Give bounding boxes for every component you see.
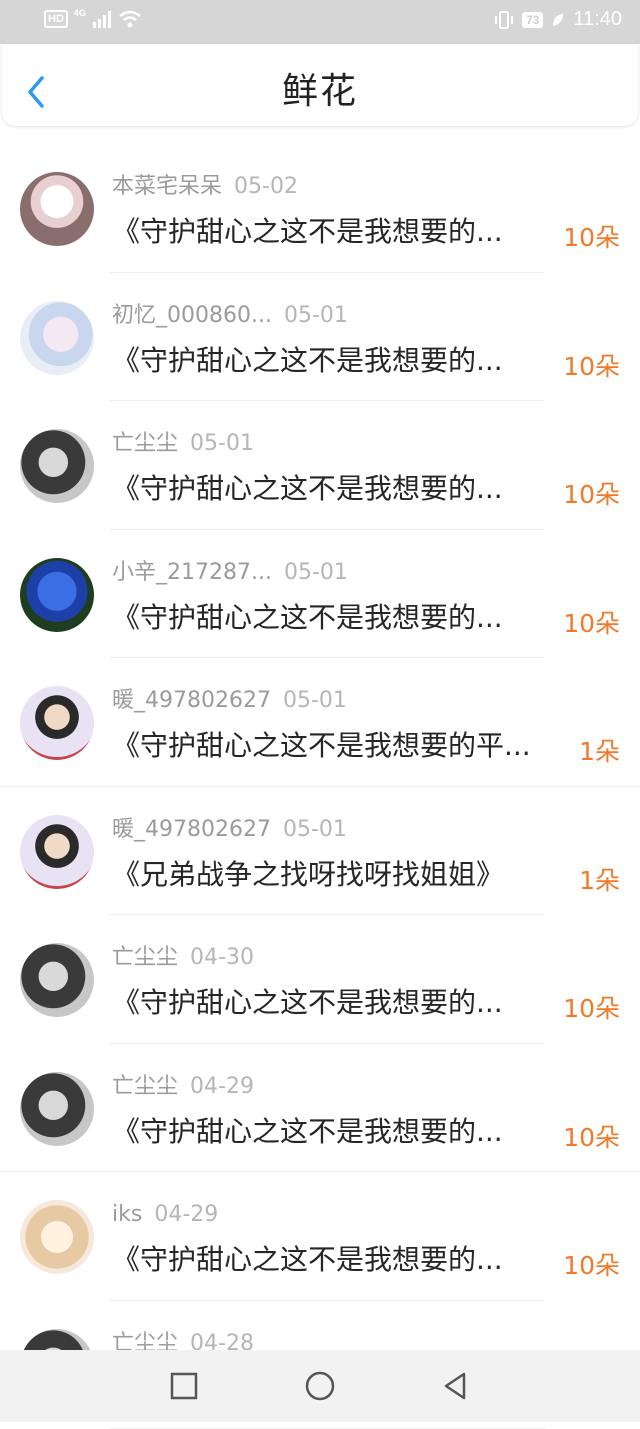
avatar[interactable]: [20, 815, 94, 889]
flower-list: 本菜宅呆呆 05-02 《守护甜心之这不是我想要的... 10朵 初忆_00086…: [0, 144, 640, 1429]
navigation-bar: [0, 1350, 640, 1422]
item-meta: 本菜宅呆呆 05-02: [112, 174, 298, 200]
user-name[interactable]: 本菜宅呆呆: [112, 174, 222, 200]
item-date: 05-01: [284, 303, 348, 328]
list-item[interactable]: 亡尘尘 05-01 《守护甜心之这不是我想要的... 10朵: [0, 401, 640, 530]
flower-count: 10朵: [563, 1246, 620, 1282]
signal-icon: [92, 10, 112, 28]
flower-count: 10朵: [563, 347, 620, 383]
item-meta: 亡尘尘 04-30: [112, 945, 254, 971]
flower-count: 10朵: [563, 604, 620, 640]
item-meta: 亡尘尘 04-29: [112, 1074, 254, 1100]
item-date: 05-01: [190, 431, 254, 456]
status-left: HD 4G: [44, 10, 142, 28]
square-icon[interactable]: [168, 1370, 200, 1402]
item-meta: iks 04-29: [112, 1202, 218, 1228]
clock: 11:40: [573, 8, 622, 31]
item-date: 05-01: [283, 817, 347, 842]
book-title[interactable]: 《守护甜心之这不是我想要的...: [112, 214, 544, 250]
item-date: 05-01: [284, 560, 348, 585]
user-name[interactable]: 初忆_000860...: [112, 303, 272, 329]
user-name[interactable]: 小辛_217287...: [112, 560, 272, 586]
list-item[interactable]: iks 04-29 《守护甜心之这不是我想要的... 10朵: [0, 1172, 640, 1301]
book-title[interactable]: 《守护甜心之这不是我想要的...: [112, 1114, 544, 1150]
avatar[interactable]: [20, 558, 94, 632]
avatar[interactable]: [20, 1072, 94, 1146]
page-title: 鲜花: [2, 62, 638, 114]
status-right: 73 11:40: [494, 8, 622, 31]
avatar[interactable]: [20, 429, 94, 503]
item-meta: 亡尘尘 05-01: [112, 431, 254, 457]
avatar[interactable]: [20, 172, 94, 246]
flower-count: 10朵: [563, 218, 620, 254]
book-title[interactable]: 《守护甜心之这不是我想要的...: [112, 1242, 544, 1278]
list-item[interactable]: 亡尘尘 04-29 《守护甜心之这不是我想要的... 10朵: [0, 1044, 640, 1173]
flower-count: 10朵: [563, 475, 620, 511]
status-bar: HD 4G 73 11:40: [0, 0, 640, 44]
avatar[interactable]: [20, 1200, 94, 1274]
book-title[interactable]: 《守护甜心之这不是我想要的...: [112, 343, 544, 379]
flower-count: 1朵: [579, 861, 620, 897]
battery-indicator: 73: [522, 12, 543, 28]
item-date: 05-02: [234, 174, 298, 199]
item-date: 04-29: [154, 1202, 218, 1227]
flower-count: 10朵: [563, 989, 620, 1025]
triangle-back-icon[interactable]: [440, 1370, 472, 1402]
circle-icon[interactable]: [304, 1370, 336, 1402]
book-title[interactable]: 《守护甜心之这不是我想要的...: [112, 600, 544, 636]
user-name[interactable]: iks: [112, 1202, 142, 1228]
item-date: 05-01: [283, 688, 347, 713]
leaf-icon: [551, 12, 565, 28]
list-item[interactable]: 初忆_000860... 05-01 《守护甜心之这不是我想要的... 10朵: [0, 273, 640, 402]
item-meta: 初忆_000860... 05-01: [112, 303, 348, 329]
wifi-icon: [118, 10, 142, 28]
header: 鲜花: [2, 44, 638, 126]
book-title[interactable]: 《守护甜心之这不是我想要的...: [112, 985, 544, 1021]
hd-badge: HD: [44, 10, 68, 28]
avatar[interactable]: [20, 301, 94, 375]
user-name[interactable]: 亡尘尘: [112, 1074, 178, 1100]
list-item[interactable]: 本菜宅呆呆 05-02 《守护甜心之这不是我想要的... 10朵: [0, 144, 640, 273]
user-name[interactable]: 暖_497802627: [112, 688, 271, 714]
vibrate-icon: [494, 10, 514, 30]
list-item[interactable]: 亡尘尘 04-30 《守护甜心之这不是我想要的... 10朵: [0, 915, 640, 1044]
network-label: 4G: [74, 8, 86, 18]
flower-count: 1朵: [579, 732, 620, 768]
book-title[interactable]: 《兄弟战争之找呀找呀找姐姐》: [112, 857, 544, 893]
item-date: 04-30: [190, 945, 254, 970]
avatar[interactable]: [20, 943, 94, 1017]
book-title[interactable]: 《守护甜心之这不是我想要的...: [112, 471, 544, 507]
item-meta: 小辛_217287... 05-01: [112, 560, 348, 586]
item-meta: 暖_497802627 05-01: [112, 817, 347, 843]
user-name[interactable]: 亡尘尘: [112, 945, 178, 971]
user-name[interactable]: 暖_497802627: [112, 817, 271, 843]
list-item[interactable]: 暖_497802627 05-01 《守护甜心之这不是我想要的平... 1朵: [0, 658, 640, 787]
item-date: 04-29: [190, 1074, 254, 1099]
avatar[interactable]: [20, 686, 94, 760]
book-title[interactable]: 《守护甜心之这不是我想要的平...: [112, 728, 544, 764]
user-name[interactable]: 亡尘尘: [112, 431, 178, 457]
list-item[interactable]: 暖_497802627 05-01 《兄弟战争之找呀找呀找姐姐》 1朵: [0, 787, 640, 916]
item-meta: 暖_497802627 05-01: [112, 688, 347, 714]
list-item[interactable]: 小辛_217287... 05-01 《守护甜心之这不是我想要的... 10朵: [0, 530, 640, 659]
flower-count: 10朵: [563, 1118, 620, 1154]
